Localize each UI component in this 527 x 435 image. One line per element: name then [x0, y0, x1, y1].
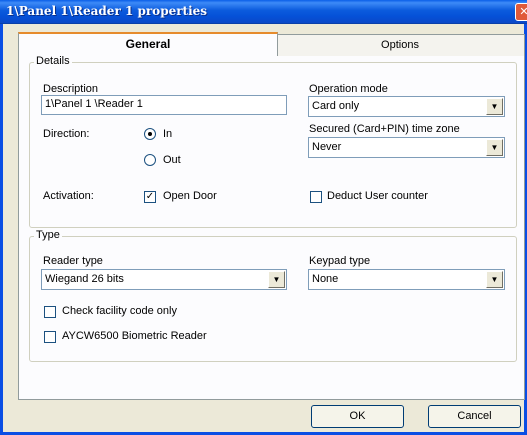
- secured-time-zone-select[interactable]: Never ▼: [308, 137, 505, 158]
- tab-general-label: General: [125, 37, 171, 51]
- tab-options[interactable]: Options: [275, 34, 525, 56]
- chevron-down-icon[interactable]: ▼: [486, 271, 503, 288]
- description-input[interactable]: 1\Panel 1 \Reader 1: [41, 95, 287, 115]
- biometric-reader-checkbox[interactable]: [44, 331, 56, 343]
- radio-selected-dot: [148, 132, 152, 136]
- check-facility-code-checkbox[interactable]: [44, 306, 56, 318]
- type-group: Type Reader type Wiegand 26 bits ▼ Keypa…: [29, 229, 517, 362]
- deduct-user-counter-label: Deduct User counter: [327, 190, 428, 202]
- keypad-type-select[interactable]: None ▼: [308, 269, 505, 290]
- title-bar[interactable]: 1\Panel 1\Reader 1 properties ✕: [0, 0, 527, 24]
- direction-out-label: Out: [163, 154, 181, 166]
- keypad-type-label: Keypad type: [309, 255, 371, 267]
- close-icon: ✕: [519, 6, 527, 18]
- direction-in-label: In: [163, 128, 173, 140]
- biometric-reader-label: AYCW6500 Biometric Reader: [62, 330, 207, 342]
- description-label: Description: [43, 83, 99, 95]
- operation-mode-select[interactable]: Card only ▼: [308, 96, 505, 117]
- secured-time-zone-value: Never: [312, 141, 342, 153]
- activation-label: Activation:: [43, 190, 94, 202]
- ok-button[interactable]: OK: [311, 405, 404, 428]
- window-title: 1\Panel 1\Reader 1 properties: [6, 4, 208, 18]
- details-legend: Details: [34, 55, 72, 67]
- secured-time-zone-label: Secured (Card+PIN) time zone: [309, 123, 460, 135]
- chevron-down-icon[interactable]: ▼: [268, 271, 285, 288]
- reader-type-label: Reader type: [43, 255, 103, 267]
- tab-options-label: Options: [381, 39, 419, 51]
- cancel-button[interactable]: Cancel: [428, 405, 521, 428]
- direction-out-radio[interactable]: [144, 154, 156, 166]
- keypad-type-value: None: [312, 273, 339, 285]
- reader-type-select[interactable]: Wiegand 26 bits ▼: [41, 269, 287, 290]
- details-group: Details Description 1\Panel 1 \Reader 1 …: [29, 55, 517, 228]
- close-button[interactable]: ✕: [515, 3, 527, 21]
- reader-type-value: Wiegand 26 bits: [45, 273, 124, 285]
- chevron-down-icon[interactable]: ▼: [486, 98, 503, 115]
- open-door-checkbox[interactable]: ✓: [144, 191, 156, 203]
- check-facility-code-label: Check facility code only: [62, 305, 177, 317]
- type-legend: Type: [34, 229, 62, 241]
- properties-dialog: 1\Panel 1\Reader 1 properties ✕ General …: [0, 0, 527, 435]
- deduct-user-counter-checkbox[interactable]: [310, 191, 322, 203]
- operation-mode-value: Card only: [312, 100, 360, 112]
- direction-label: Direction:: [43, 128, 90, 140]
- checkmark-icon: ✓: [145, 191, 155, 202]
- general-tab-panel: Details Description 1\Panel 1 \Reader 1 …: [18, 55, 525, 400]
- tab-general[interactable]: General: [18, 32, 278, 56]
- open-door-label: Open Door: [163, 190, 217, 202]
- direction-in-radio[interactable]: [144, 128, 156, 140]
- operation-mode-label: Operation mode: [309, 83, 388, 95]
- chevron-down-icon[interactable]: ▼: [486, 139, 503, 156]
